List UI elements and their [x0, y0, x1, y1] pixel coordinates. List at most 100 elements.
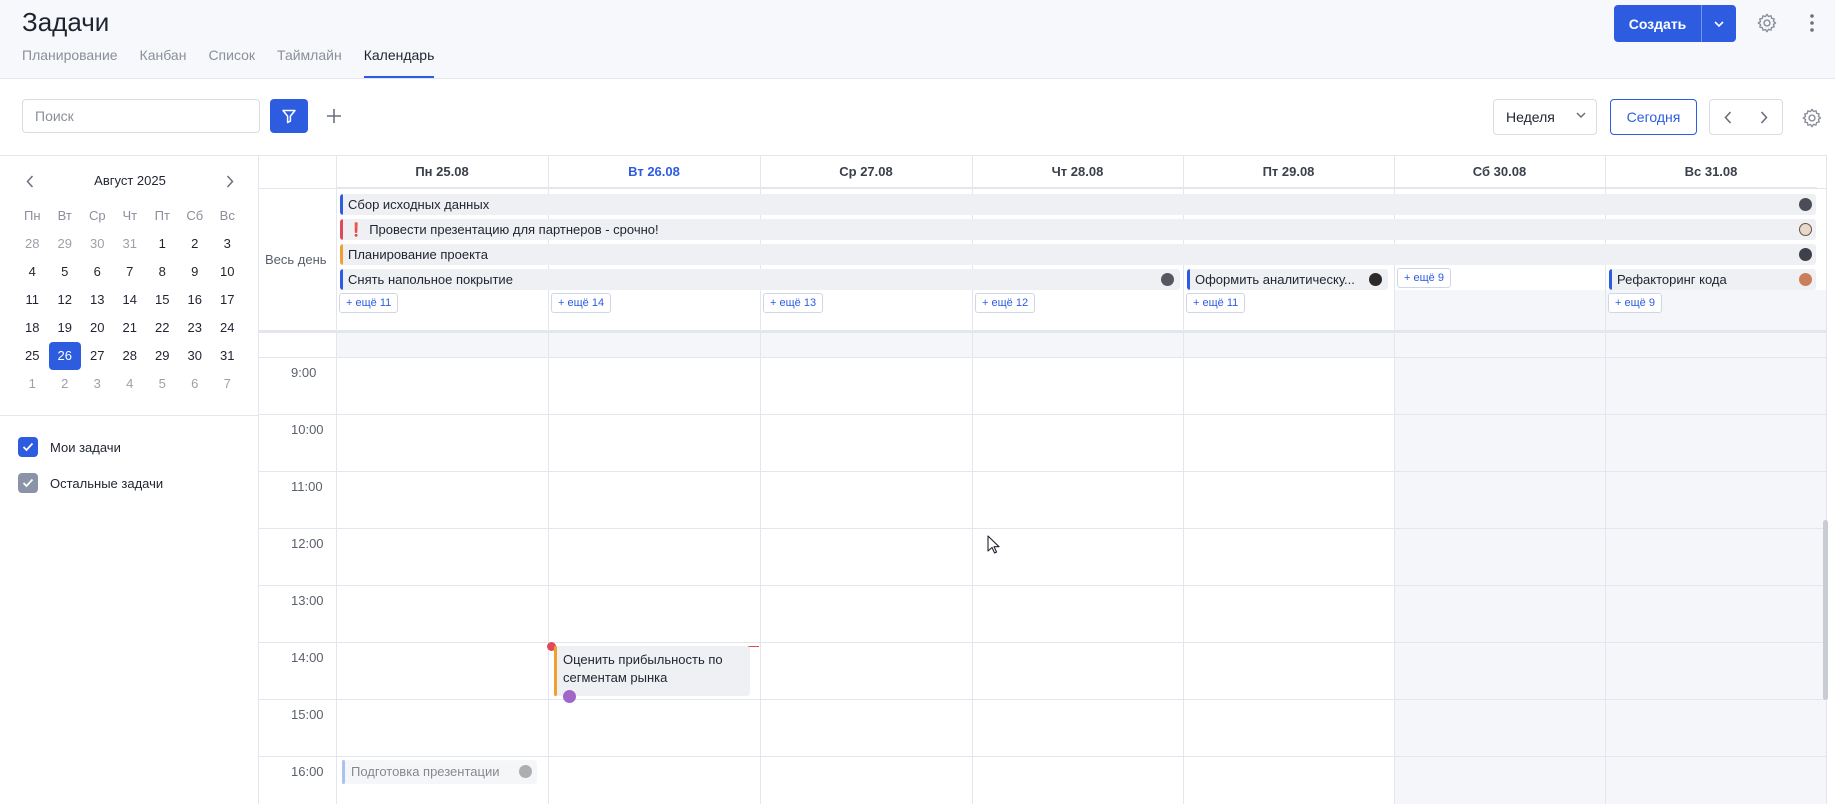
timed-event[interactable]: Подготовка презентации [342, 760, 537, 784]
mini-day[interactable]: 3 [211, 230, 244, 258]
tab-timeline[interactable]: Таймлайн [277, 46, 342, 78]
mini-day[interactable]: 4 [16, 258, 49, 286]
mini-day[interactable]: 1 [16, 370, 49, 398]
all-day-event[interactable]: Рефакторинг кода [1609, 269, 1816, 290]
mini-day[interactable]: 29 [49, 230, 82, 258]
mini-calendar-header: Август 2025 [16, 170, 244, 192]
mini-day[interactable]: 22 [146, 314, 179, 342]
day-header-mon[interactable]: Пн 25.08 [336, 156, 548, 188]
mini-day[interactable]: 21 [114, 314, 147, 342]
mini-day[interactable]: 28 [114, 342, 147, 370]
mini-day[interactable]: 11 [16, 286, 49, 314]
mini-day[interactable]: 17 [211, 286, 244, 314]
mini-day[interactable]: 27 [81, 342, 114, 370]
mini-day[interactable]: 1 [146, 230, 179, 258]
mini-day[interactable]: 24 [211, 314, 244, 342]
mini-day[interactable]: 31 [211, 342, 244, 370]
next-period-button[interactable] [1746, 100, 1782, 134]
mini-day[interactable]: 30 [81, 230, 114, 258]
chevron-left-icon [26, 175, 34, 188]
view-select[interactable]: Неделя [1493, 99, 1597, 135]
prev-period-button[interactable] [1710, 100, 1746, 134]
filter-my-tasks[interactable]: Мои задачи [18, 437, 121, 457]
timed-event[interactable]: Оценить прибыльность по сегментам рынка [554, 646, 750, 703]
day-header-fri[interactable]: Пт 29.08 [1183, 156, 1394, 188]
mini-day[interactable]: 5 [146, 370, 179, 398]
mini-day[interactable]: 30 [179, 342, 212, 370]
event-title: Планирование проекта [348, 247, 488, 262]
mini-day[interactable]: 23 [179, 314, 212, 342]
day-header-wed[interactable]: Ср 27.08 [760, 156, 972, 188]
hour-line [259, 528, 1827, 529]
mini-day[interactable]: 3 [81, 370, 114, 398]
mini-next-month-button[interactable] [226, 173, 234, 195]
search-input[interactable] [22, 99, 260, 133]
mini-day[interactable]: 8 [146, 258, 179, 286]
mini-day[interactable]: 26 [48, 342, 81, 370]
mini-day[interactable]: 31 [114, 230, 147, 258]
mini-day[interactable]: 14 [114, 286, 147, 314]
weekday-label: Ср [88, 208, 106, 223]
all-day-event[interactable]: Сбор исходных данных [340, 194, 1816, 215]
mini-day[interactable]: 13 [81, 286, 114, 314]
today-button[interactable]: Сегодня [1610, 99, 1697, 135]
mini-day[interactable]: 28 [16, 230, 49, 258]
mini-day[interactable]: 10 [211, 258, 244, 286]
all-day-event[interactable]: Снять напольное покрытие [340, 269, 1180, 290]
add-button[interactable] [322, 104, 346, 128]
mini-day[interactable]: 7 [114, 258, 147, 286]
mini-day[interactable]: 2 [49, 370, 82, 398]
mini-week-row: 28 29 30 31 1 2 3 [16, 230, 244, 258]
mini-prev-month-button[interactable] [26, 173, 34, 195]
mini-day[interactable]: 16 [179, 286, 212, 314]
all-day-event[interactable]: ❗ Провести презентацию для партнеров - с… [340, 219, 1816, 240]
create-dropdown-button[interactable] [1702, 5, 1736, 42]
day-header-tue[interactable]: Вт 26.08 [548, 156, 760, 188]
day-header-sun[interactable]: Вс 31.08 [1605, 156, 1817, 188]
mini-day[interactable]: 7 [211, 370, 244, 398]
tab-calendar[interactable]: Календарь [363, 46, 435, 78]
mini-day[interactable]: 12 [49, 286, 82, 314]
mini-day[interactable]: 2 [179, 230, 212, 258]
filter-other-tasks[interactable]: Остальные задачи [18, 473, 163, 493]
create-button[interactable]: Создать [1614, 5, 1702, 42]
calendar-settings-button[interactable] [1800, 106, 1824, 130]
event-title: Оформить аналитическу... [1195, 272, 1355, 287]
checkbox-checked[interactable] [18, 473, 38, 493]
more-menu-button[interactable] [1802, 11, 1822, 35]
tab-planning[interactable]: Планирование [22, 46, 118, 78]
tab-kanban[interactable]: Канбан [140, 46, 187, 78]
mini-day[interactable]: 20 [81, 314, 114, 342]
settings-button[interactable] [1755, 11, 1779, 35]
mini-day[interactable]: 5 [49, 258, 82, 286]
weekday-label: Пт [154, 208, 170, 223]
kebab-icon [1810, 14, 1814, 32]
more-events-button[interactable]: + ещё 12 [975, 293, 1036, 313]
mini-day[interactable]: 18 [16, 314, 49, 342]
more-events-button[interactable]: + ещё 13 [763, 293, 824, 313]
view-tabs: Планирование Канбан Список Таймлайн Кале… [22, 46, 435, 78]
tab-list[interactable]: Список [208, 46, 255, 78]
day-header-thu[interactable]: Чт 28.08 [972, 156, 1183, 188]
mini-day[interactable]: 19 [49, 314, 82, 342]
filter-button[interactable] [270, 99, 308, 133]
more-events-button[interactable]: + ещё 11 [339, 293, 399, 313]
mini-day[interactable]: 6 [179, 370, 212, 398]
chevron-down-icon [1576, 112, 1586, 118]
more-events-button[interactable]: + ещё 14 [551, 293, 612, 313]
early-hours-shade [336, 332, 1394, 358]
mini-day[interactable]: 25 [16, 342, 49, 370]
mini-day[interactable]: 4 [114, 370, 147, 398]
mini-day[interactable]: 15 [146, 286, 179, 314]
all-day-event[interactable]: Планирование проекта [340, 244, 1816, 265]
calendar-scrollbar[interactable] [1823, 520, 1828, 700]
more-events-button[interactable]: + ещё 9 [1397, 268, 1451, 288]
mini-day[interactable]: 6 [81, 258, 114, 286]
all-day-event[interactable]: Оформить аналитическу... [1187, 269, 1388, 290]
more-events-button[interactable]: + ещё 9 [1608, 293, 1662, 313]
mini-day[interactable]: 9 [179, 258, 212, 286]
day-header-sat[interactable]: Сб 30.08 [1394, 156, 1605, 188]
mini-day[interactable]: 29 [146, 342, 179, 370]
more-events-button[interactable]: + ещё 11 [1186, 293, 1246, 313]
checkbox-checked[interactable] [18, 437, 38, 457]
